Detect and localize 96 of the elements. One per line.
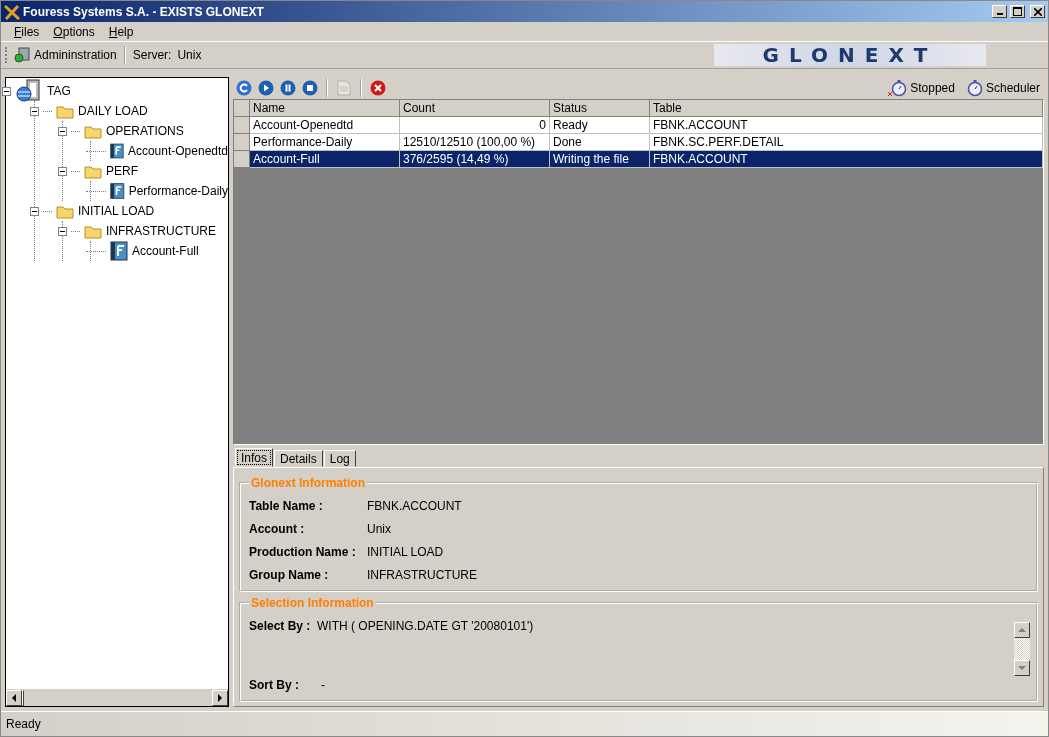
group-title: Selection Information: [250, 596, 375, 610]
tab[interactable]: Infos: [235, 448, 273, 467]
table-cell: FBNK.ACCOUNT: [650, 117, 1043, 134]
field-label: Account :: [249, 521, 306, 536]
cancel-icon: [370, 80, 386, 96]
up-arrow-icon: [1018, 627, 1026, 633]
stopwatch-stopped-icon: [887, 79, 908, 97]
brand-logo: GLONEXT: [714, 44, 986, 66]
server-name: Unix: [177, 48, 202, 62]
refresh-icon: [236, 80, 252, 96]
folder-icon: [84, 123, 102, 139]
table-cell: 0: [400, 117, 550, 134]
field-label: Group Name :: [249, 567, 330, 582]
app-logo-icon: [4, 3, 20, 20]
left-arrow-icon: [11, 694, 17, 702]
stopped-button[interactable]: Stopped: [885, 79, 957, 97]
tree-item-label[interactable]: Account-Openedtd: [127, 144, 228, 158]
horizontal-scrollbar[interactable]: [6, 689, 228, 706]
field-value: Unix: [367, 521, 392, 536]
row-header[interactable]: [234, 117, 250, 134]
page-icon: [337, 80, 351, 96]
tab[interactable]: Details: [274, 450, 323, 467]
right-arrow-icon: [217, 694, 223, 702]
cancel-button[interactable]: [369, 79, 387, 97]
table-cell: Done: [550, 134, 650, 151]
folder-icon: [84, 223, 102, 239]
document-icon: [110, 141, 124, 161]
folder-icon: [56, 103, 74, 119]
collapse-toggle[interactable]: [30, 106, 39, 116]
collapse-toggle[interactable]: [58, 126, 67, 136]
column-header[interactable]: Table: [650, 100, 1043, 117]
window-title: Fouress Systems S.A. - EXISTS GLONEXT: [23, 4, 265, 19]
tree-item-label[interactable]: OPERATIONS: [106, 124, 184, 138]
row-header[interactable]: [234, 151, 250, 168]
column-header[interactable]: Name: [250, 100, 400, 117]
menu-item[interactable]: Options: [46, 24, 102, 39]
folder-icon: [84, 163, 102, 179]
refresh-button[interactable]: [235, 79, 253, 97]
pause-icon: [280, 80, 296, 96]
vertical-scrollbar[interactable]: [1014, 622, 1030, 676]
document-icon: [110, 181, 125, 201]
minimize-button[interactable]: [992, 5, 1007, 18]
tree-item-label[interactable]: Performance-Daily: [128, 184, 228, 198]
tree-item-label[interactable]: PERF: [106, 164, 138, 178]
computer-icon: [14, 47, 30, 63]
table-cell: FBNK.SC.PERF.DETAIL: [650, 134, 1043, 151]
group-title: Glonext Information: [250, 476, 366, 490]
collapse-toggle[interactable]: [58, 166, 67, 176]
field-value: INFRASTRUCTURE: [367, 567, 478, 582]
table-cell: 12510/12510 (100,00 %): [400, 134, 550, 151]
tree-item-label[interactable]: INITIAL LOAD: [78, 204, 155, 218]
field-value: INITIAL LOAD: [367, 544, 445, 559]
field-label: Select By :: [249, 618, 312, 633]
tree-item-label[interactable]: TAG: [47, 84, 71, 98]
column-header[interactable]: Status: [550, 100, 650, 117]
play-button[interactable]: [257, 79, 275, 97]
table-cell: Performance-Daily: [250, 134, 400, 151]
administration-button[interactable]: Admininstration: [34, 48, 117, 62]
tab[interactable]: Log: [323, 450, 356, 467]
collapse-toggle[interactable]: [2, 86, 11, 96]
field-value: WITH ( OPENING.DATE GT '20080101'): [317, 618, 535, 633]
maximize-icon: [1013, 7, 1022, 16]
tree-item-label[interactable]: DAILY LOAD: [78, 104, 148, 118]
stop-button[interactable]: [301, 79, 319, 97]
table-cell: Writing the file: [550, 151, 650, 168]
collapse-toggle[interactable]: [58, 226, 67, 236]
maximize-button[interactable]: [1010, 5, 1025, 18]
server-label: Server:: [132, 48, 172, 62]
field-label: Production Name :: [249, 544, 357, 559]
field-label: Table Name :: [249, 498, 324, 513]
tree-item-label[interactable]: INFRASTRUCTURE: [106, 224, 216, 238]
folder-icon: [56, 203, 74, 219]
down-arrow-icon: [1018, 665, 1026, 671]
stop-icon: [302, 80, 318, 96]
pause-button[interactable]: [279, 79, 297, 97]
row-header[interactable]: [234, 134, 250, 151]
close-icon: [1033, 7, 1042, 16]
collapse-toggle[interactable]: [30, 206, 39, 216]
play-icon: [258, 80, 274, 96]
menu-item[interactable]: Help: [101, 24, 141, 39]
scheduler-button[interactable]: Scheduler: [960, 79, 1042, 97]
column-header[interactable]: Count: [400, 100, 550, 117]
table-cell: 376/2595 (14,49 %): [400, 151, 550, 168]
field-value: -: [321, 677, 326, 692]
table-cell: FBNK.ACCOUNT: [650, 151, 1043, 168]
field-value: FBNK.ACCOUNT: [367, 498, 463, 513]
close-button[interactable]: [1030, 5, 1045, 18]
table-cell: Account-Full: [250, 151, 400, 168]
table-cell: Account-Openedtd: [250, 117, 400, 134]
status-text: Ready: [6, 717, 41, 731]
table-cell: Ready: [550, 117, 650, 134]
document-icon: [110, 241, 128, 261]
minimize-icon: [996, 13, 1003, 15]
field-label: Sort By :: [249, 677, 300, 692]
menu-item[interactable]: Files: [7, 24, 47, 39]
tree-item-label[interactable]: Account-Full: [132, 244, 199, 258]
